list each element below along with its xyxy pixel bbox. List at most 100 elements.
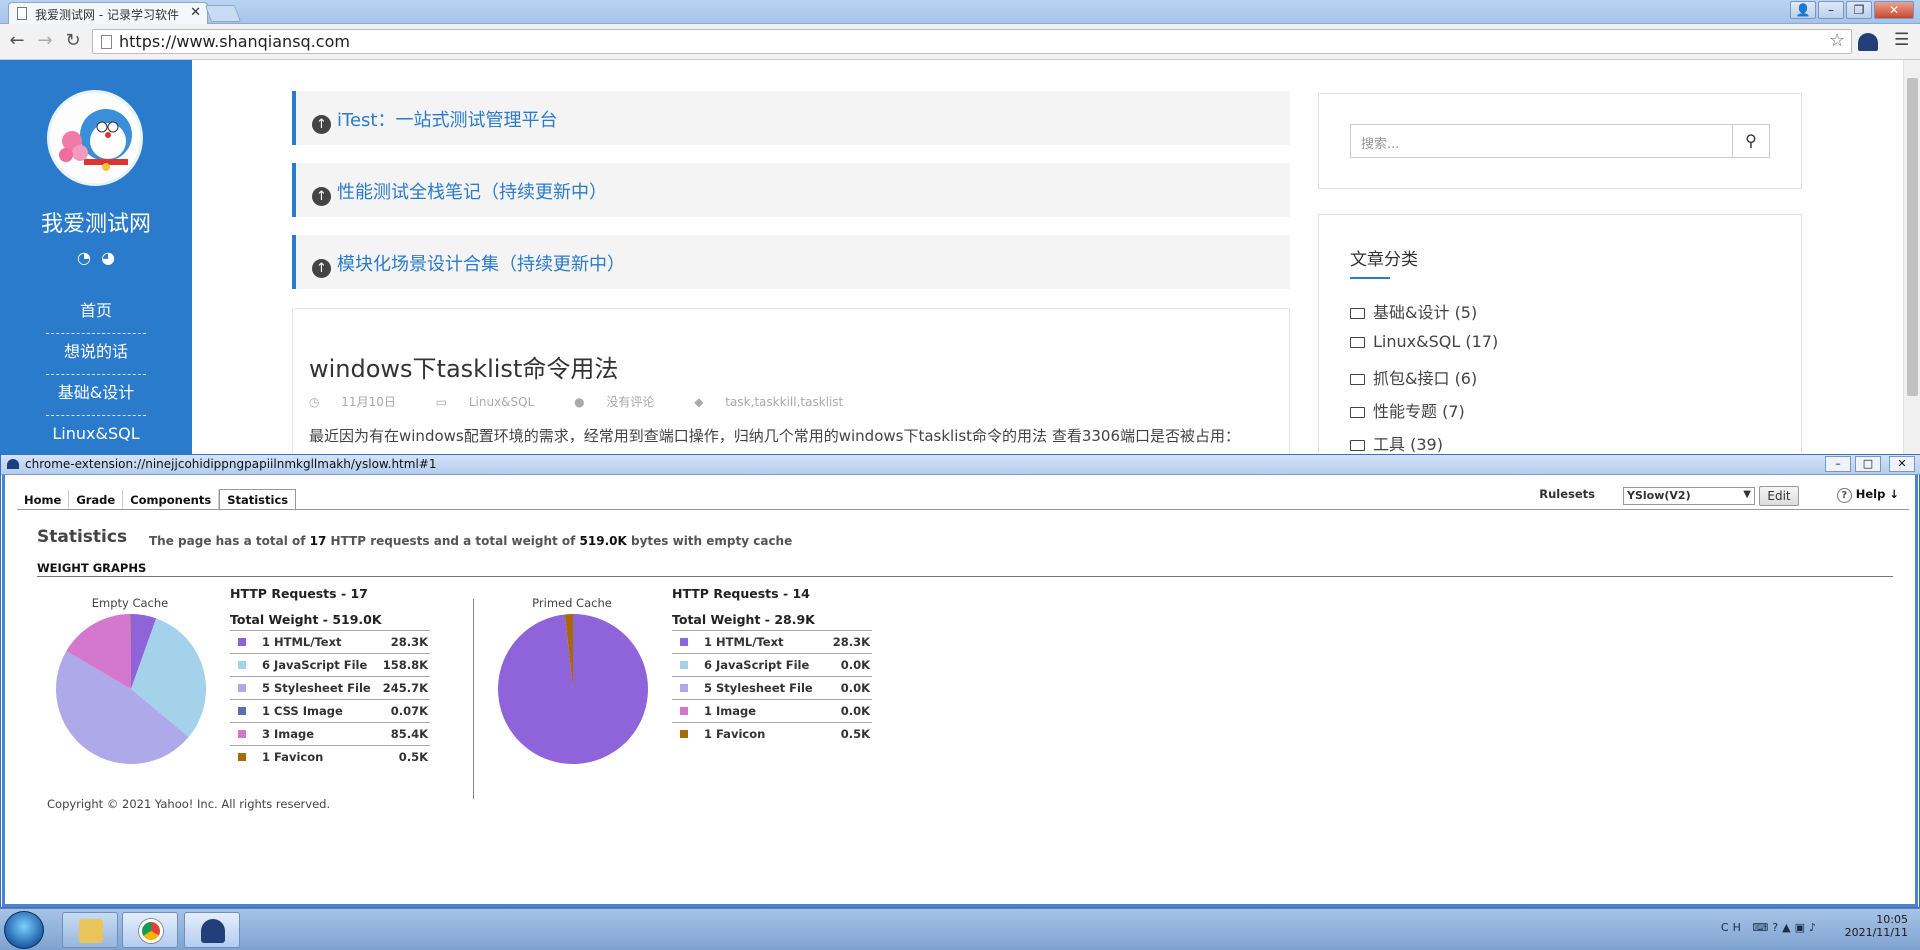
clock[interactable]: 10:05 2021/11/11	[1845, 913, 1908, 939]
legend-swatch	[238, 661, 246, 669]
menu-icon[interactable]: ☰	[1894, 30, 1909, 50]
stat-row: 6 JavaScript File 158.8K	[230, 653, 430, 677]
legend-swatch	[238, 707, 246, 715]
tab-grade[interactable]: Grade	[69, 490, 124, 510]
top-link[interactable]: ↑ iTest：一站式测试管理平台	[292, 91, 1290, 145]
stat-label: 5 Stylesheet File	[260, 676, 380, 700]
category-item[interactable]: 工具 (39)	[1350, 431, 1443, 455]
statistics-heading: Statistics	[37, 527, 128, 547]
stat-label: 6 JavaScript File	[702, 653, 822, 677]
browser-tab-strip: 我爱测试网 - 记录学习软件 ✕ 👤 – ❐ ✕	[0, 0, 1920, 24]
folder-icon	[1350, 374, 1365, 385]
article-date: ◷ 11月10日	[309, 395, 396, 409]
legend-swatch	[238, 753, 246, 762]
tab-title: 我爱测试网 - 记录学习软件	[35, 8, 179, 22]
tab-home[interactable]: Home	[17, 490, 70, 510]
article-meta: ◷ 11月10日 ▭ Linux&SQL ● 没有评论 ◆ task,taskk…	[309, 393, 879, 410]
stat-value: 0.5K	[380, 745, 430, 769]
nav-item-home[interactable]: 首页	[46, 294, 146, 334]
stat-value: 28.3K	[822, 630, 872, 654]
taskbar: CH ⌨?▲▣♪ 10:05 2021/11/11	[0, 908, 1920, 950]
weibo-icon[interactable]: ◕	[101, 248, 115, 267]
help-icon: ?	[1836, 488, 1852, 503]
bookmark-star-icon[interactable]: ☆	[1829, 30, 1845, 51]
yslow-extension-icon[interactable]	[1858, 33, 1878, 51]
explorer-taskbar-icon[interactable]	[62, 912, 118, 948]
yslow-titlebar[interactable]: chrome-extension://ninejjcohidippngpapii…	[1, 455, 1920, 475]
user-icon[interactable]: 👤	[1790, 1, 1816, 19]
stat-row: 1 HTML/Text 28.3K	[672, 630, 872, 654]
stat-row: 1 CSS Image 0.07K	[230, 699, 430, 723]
category-item[interactable]: 抓包&接口 (6)	[1350, 365, 1477, 389]
search-icon[interactable]: ⚲	[1732, 124, 1770, 158]
rulesets-label: Rulesets	[1539, 487, 1595, 501]
address-bar[interactable]: https://www.shanqiansq.com	[92, 29, 1852, 54]
stat-value: 0.0K	[822, 676, 872, 700]
yslow-taskbar-icon[interactable]	[184, 912, 240, 948]
edit-button[interactable]: Edit	[1759, 486, 1799, 506]
stat-row: 6 JavaScript File 0.0K	[672, 653, 872, 677]
system-tray-icons[interactable]: CH ⌨?▲▣♪	[1721, 921, 1820, 934]
title-underline	[1350, 277, 1390, 279]
primed-cache-table: 1 HTML/Text 28.3K 6 JavaScript File 0.0K 5 S…	[672, 630, 872, 746]
new-tab-button[interactable]	[204, 5, 242, 22]
browser-tab[interactable]: 我爱测试网 - 记录学习软件 ✕	[8, 2, 208, 24]
comments-icon: ●	[574, 395, 589, 409]
start-button[interactable]	[4, 911, 44, 949]
ruleset-select[interactable]: YSlow(V2) ▼	[1623, 487, 1755, 505]
article-card: windows下tasklist命令用法 ◷ 11月10日 ▭ Linux&SQ…	[292, 308, 1290, 454]
category-item[interactable]: Linux&SQL (17)	[1350, 332, 1498, 351]
primed-cache-label: Primed Cache	[532, 596, 612, 610]
stat-value: 0.07K	[380, 699, 430, 723]
empty-cache-label: Empty Cache	[91, 596, 169, 610]
article-title[interactable]: windows下tasklist命令用法	[309, 349, 618, 384]
site-name[interactable]: 我爱测试网	[0, 206, 192, 238]
avatar[interactable]	[47, 90, 143, 186]
clock-date: 2021/11/11	[1844, 926, 1908, 939]
minimize-icon[interactable]: –	[1825, 456, 1851, 472]
back-icon[interactable]: ←	[6, 30, 28, 51]
tab-divider	[17, 509, 1909, 510]
tab-statistics[interactable]: Statistics	[219, 489, 297, 511]
help-icon: ?	[1772, 921, 1783, 934]
network-icon: ▣	[1794, 921, 1809, 934]
legend-swatch	[680, 707, 688, 715]
empty-total-weight: Total Weight - 519.0K	[230, 612, 382, 627]
graph-divider	[473, 599, 474, 799]
rss-icon[interactable]: ◔	[77, 248, 91, 267]
chevron-down-icon: ▼	[1743, 489, 1751, 500]
maximize-icon[interactable]: ❐	[1846, 1, 1872, 19]
folder-icon	[1350, 440, 1365, 451]
nav-item-basics[interactable]: 基础&设计	[46, 376, 146, 416]
tab-components[interactable]: Components	[123, 490, 220, 510]
nav-item-thoughts[interactable]: 想说的话	[46, 335, 146, 375]
top-link[interactable]: ↑ 模块化场景设计合集（持续更新中）	[292, 235, 1290, 289]
stat-value: 0.0K	[822, 653, 872, 677]
close-icon[interactable]: ✕	[1874, 1, 1914, 19]
tab-close-icon[interactable]: ✕	[190, 5, 201, 20]
maximize-icon[interactable]: □	[1855, 456, 1881, 472]
folder-icon	[1350, 407, 1365, 418]
weight-graphs-title: WEIGHT GRAPHS	[37, 561, 147, 575]
scrollbar-thumb[interactable]	[1907, 78, 1918, 396]
help-link[interactable]: ? Help ↓	[1836, 487, 1899, 503]
category-item[interactable]: 基础&设计 (5)	[1350, 299, 1477, 323]
window-controls: 👤 – ❐ ✕	[1788, 1, 1914, 19]
close-icon[interactable]: ✕	[1889, 456, 1915, 472]
nav-item-linux-sql[interactable]: Linux&SQL	[46, 417, 146, 457]
page-scrollbar[interactable]	[1903, 60, 1920, 454]
empty-cache-table: 1 HTML/Text 28.3K 6 JavaScript File 158.8K 5…	[230, 630, 430, 769]
url-text: https://www.shanqiansq.com	[119, 32, 350, 51]
search-input[interactable]: 搜索...	[1350, 124, 1732, 158]
category-item[interactable]: 性能专题 (7)	[1350, 398, 1465, 422]
language-indicator[interactable]: CH	[1721, 921, 1745, 934]
top-link[interactable]: ↑ 性能测试全栈笔记（持续更新中）	[292, 163, 1290, 217]
site-sidebar: 我爱测试网 ◔ ◕ 首页 想说的话 基础&设计 Linux&SQL	[0, 60, 192, 454]
reload-icon[interactable]: ↻	[62, 30, 84, 51]
minimize-icon[interactable]: –	[1818, 1, 1844, 19]
chrome-taskbar-icon[interactable]	[122, 912, 178, 948]
legend-swatch	[238, 730, 246, 738]
stat-row: 3 Image 85.4K	[230, 722, 430, 746]
forward-icon[interactable]: →	[34, 30, 56, 51]
legend-swatch	[238, 638, 246, 646]
